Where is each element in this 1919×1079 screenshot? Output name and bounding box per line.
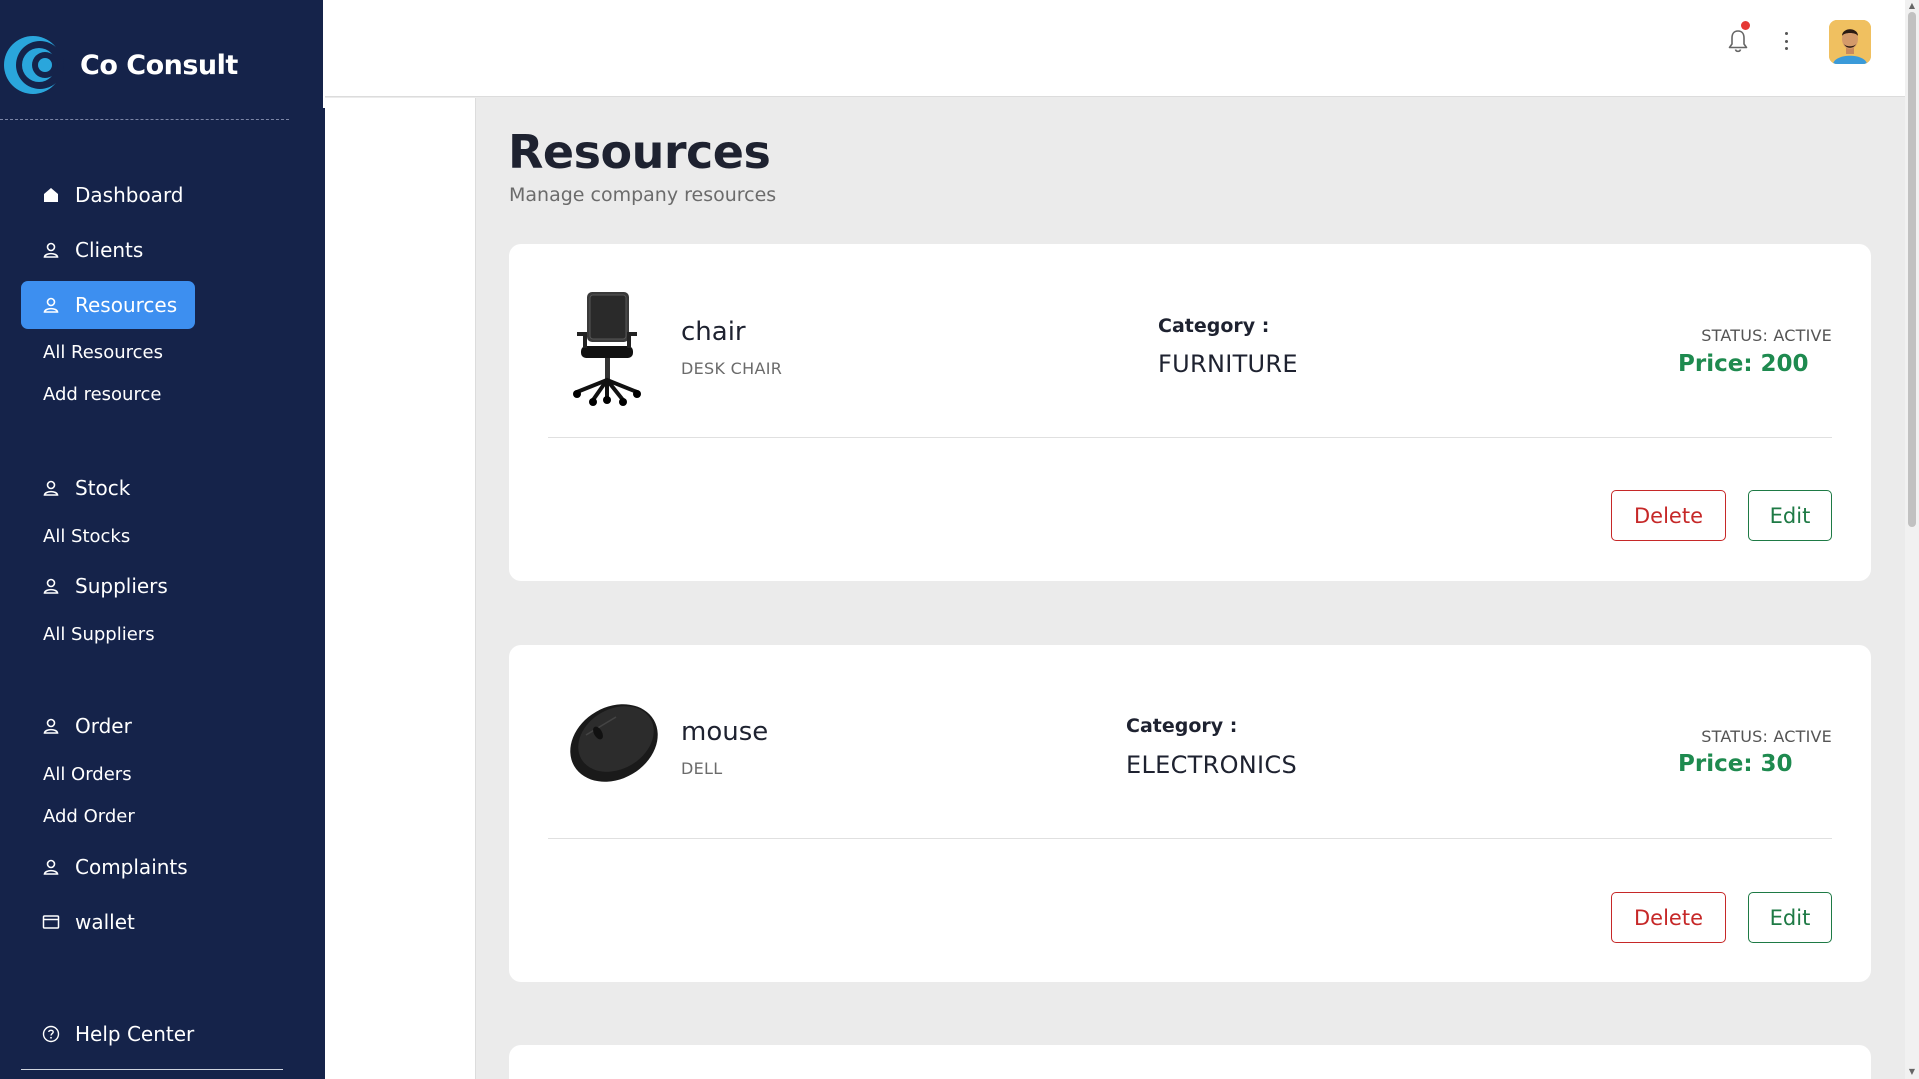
user-icon bbox=[42, 717, 60, 735]
home-icon bbox=[42, 186, 60, 204]
nav-add-order[interactable]: Add Order bbox=[43, 806, 135, 827]
resource-card: chair DESK CHAIR Category : FURNITURE ST… bbox=[509, 244, 1871, 581]
brand[interactable]: Co Consult bbox=[0, 30, 238, 100]
price: Price: 30 bbox=[1678, 751, 1793, 777]
delete-button[interactable]: Delete bbox=[1611, 490, 1726, 541]
avatar[interactable] bbox=[1829, 20, 1871, 64]
price: Price: 200 bbox=[1678, 351, 1809, 377]
nav-resources[interactable]: Resources bbox=[21, 281, 196, 329]
top-bar-edge bbox=[323, 0, 325, 108]
page-subtitle: Manage company resources bbox=[509, 184, 777, 206]
scrollbar[interactable]: ▲ ▼ bbox=[1905, 0, 1919, 1079]
chair-image bbox=[573, 292, 641, 406]
brand-logo-icon bbox=[4, 36, 64, 94]
nav-order-label: Order bbox=[75, 714, 132, 738]
nav-dashboard-label: Dashboard bbox=[75, 183, 184, 207]
edit-button[interactable]: Edit bbox=[1748, 490, 1832, 541]
mouse-image bbox=[570, 704, 658, 782]
page-title: Resources bbox=[508, 125, 771, 179]
edit-button[interactable]: Edit bbox=[1748, 892, 1832, 943]
card-divider bbox=[548, 437, 1832, 438]
nav-add-resource[interactable]: Add resource bbox=[43, 384, 161, 405]
nav-stock-label: Stock bbox=[75, 476, 131, 500]
category-value: ELECTRONICS bbox=[1126, 751, 1298, 779]
price-label: Price: bbox=[1678, 351, 1753, 377]
category-value: FURNITURE bbox=[1158, 350, 1298, 378]
resource-card: mouse DELL Category : ELECTRONICS STATUS… bbox=[509, 645, 1871, 982]
nav-stock[interactable]: Stock bbox=[21, 464, 148, 512]
resource-name: mouse bbox=[681, 717, 769, 747]
nav-help-center-label: Help Center bbox=[75, 1022, 195, 1046]
price-value: 30 bbox=[1760, 751, 1793, 777]
category-label: Category : bbox=[1158, 315, 1270, 337]
user-icon bbox=[42, 577, 60, 595]
scroll-thumb[interactable] bbox=[1908, 12, 1916, 527]
nav-clients[interactable]: Clients bbox=[21, 226, 161, 274]
category-label: Category : bbox=[1126, 715, 1238, 737]
nav-all-suppliers[interactable]: All Suppliers bbox=[43, 624, 155, 645]
price-value: 200 bbox=[1760, 351, 1809, 377]
help-icon bbox=[42, 1025, 60, 1043]
nav-wallet-label: wallet bbox=[75, 910, 135, 934]
resource-name: chair bbox=[681, 317, 746, 347]
resource-subtitle: DESK CHAIR bbox=[681, 359, 783, 378]
price-label: Price: bbox=[1678, 751, 1753, 777]
nav-all-stocks[interactable]: All Stocks bbox=[43, 526, 130, 547]
user-icon bbox=[42, 241, 60, 259]
user-icon bbox=[42, 296, 60, 314]
more-vertical-icon[interactable] bbox=[1780, 28, 1792, 54]
status-text: STATUS: ACTIVE bbox=[1701, 326, 1832, 345]
nav-wallet[interactable]: wallet bbox=[21, 898, 153, 946]
help-divider bbox=[21, 1069, 283, 1070]
brand-divider bbox=[0, 119, 289, 120]
secondary-panel bbox=[325, 98, 476, 1079]
status-text: STATUS: ACTIVE bbox=[1701, 727, 1832, 746]
nav-suppliers[interactable]: Suppliers bbox=[21, 562, 186, 610]
brand-name: Co Consult bbox=[80, 49, 238, 81]
nav-all-resources[interactable]: All Resources bbox=[43, 342, 163, 363]
user-icon bbox=[42, 858, 60, 876]
nav-help-center[interactable]: Help Center bbox=[21, 1010, 212, 1058]
nav-order[interactable]: Order bbox=[21, 702, 150, 750]
user-icon bbox=[42, 479, 60, 497]
nav-suppliers-label: Suppliers bbox=[75, 574, 168, 598]
nav-all-orders[interactable]: All Orders bbox=[43, 764, 132, 785]
nav-resources-label: Resources bbox=[75, 293, 178, 317]
resource-subtitle: DELL bbox=[681, 759, 723, 778]
scroll-down-icon[interactable]: ▼ bbox=[1908, 1068, 1916, 1076]
scroll-up-icon[interactable]: ▲ bbox=[1908, 2, 1916, 10]
delete-button[interactable]: Delete bbox=[1611, 892, 1726, 943]
top-bar bbox=[325, 0, 1905, 97]
nav-clients-label: Clients bbox=[75, 238, 144, 262]
wallet-icon bbox=[42, 913, 60, 931]
nav-dashboard[interactable]: Dashboard bbox=[21, 171, 202, 219]
notification-dot bbox=[1741, 21, 1750, 30]
nav-complaints[interactable]: Complaints bbox=[21, 843, 206, 891]
bell-icon[interactable] bbox=[1727, 28, 1749, 54]
card-divider bbox=[548, 838, 1832, 839]
nav-complaints-label: Complaints bbox=[75, 855, 188, 879]
sidebar: Co Consult Dashboard Clients Resources A… bbox=[0, 0, 325, 1079]
resource-card bbox=[509, 1045, 1871, 1079]
